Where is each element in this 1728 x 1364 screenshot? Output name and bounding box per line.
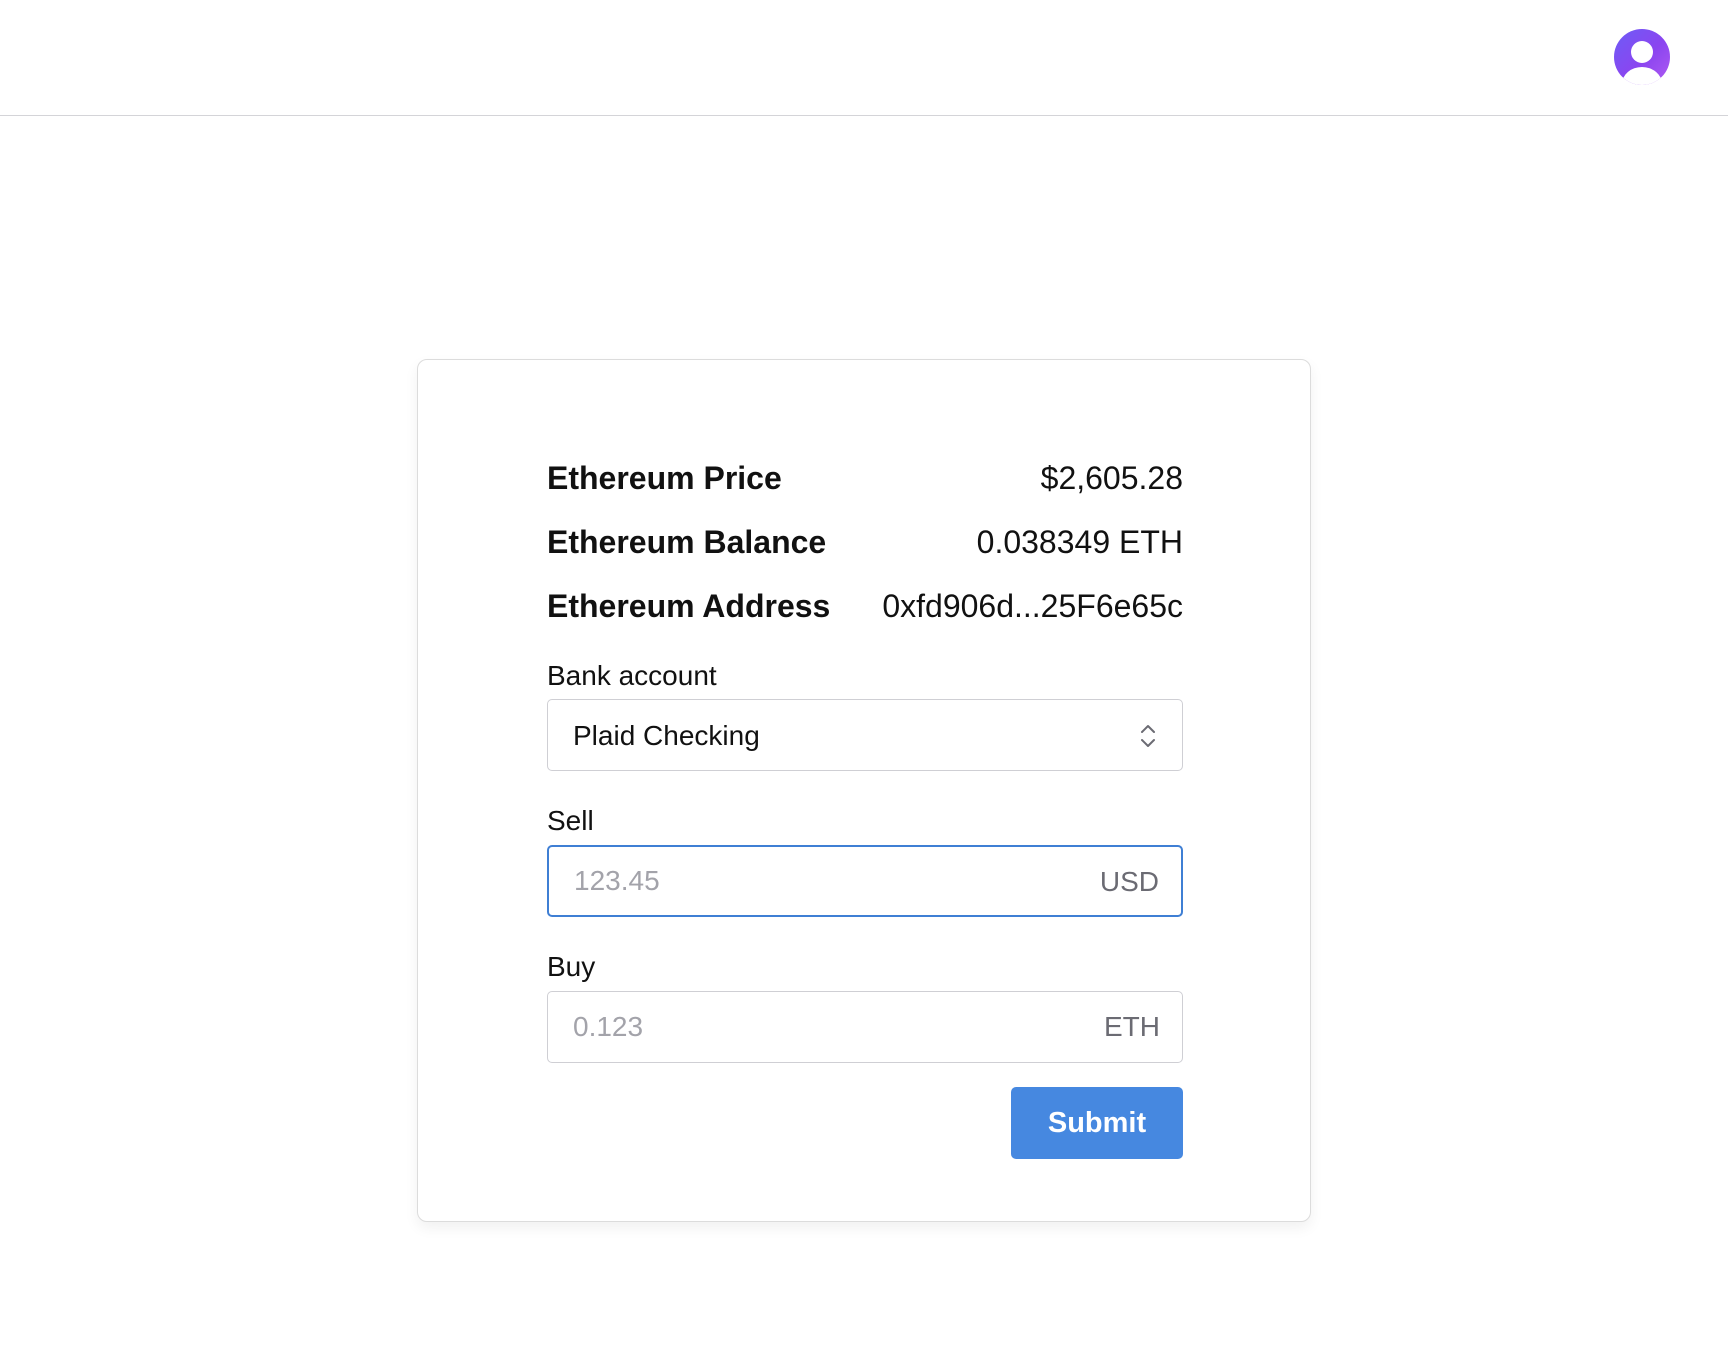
buy-label: Buy <box>547 951 596 982</box>
buy-field: ETH <box>547 991 1183 1063</box>
sell-unit: USD <box>1099 866 1159 897</box>
balance-value: 0.038349 ETH <box>976 524 1183 560</box>
balance-label: Ethereum Balance <box>547 524 827 560</box>
price-label: Ethereum Price <box>547 460 782 496</box>
chevron-up-down-icon <box>1141 725 1155 747</box>
bank-account-selected: Plaid Checking <box>573 720 760 751</box>
bank-account-label: Bank account <box>547 660 717 691</box>
submit-button[interactable]: Submit <box>1011 1087 1183 1159</box>
price-value: $2,605.28 <box>1040 460 1183 496</box>
balance-row: Ethereum Balance 0.038349 ETH <box>547 522 1183 562</box>
avatar-body-shape <box>1622 67 1662 85</box>
avatar-head-shape <box>1631 41 1653 63</box>
sell-field: USD <box>547 845 1183 917</box>
trade-card: Ethereum Price $2,605.28 Ethereum Balanc… <box>417 359 1311 1222</box>
sell-input[interactable] <box>549 847 1181 915</box>
buy-input[interactable] <box>548 992 1182 1062</box>
top-bar <box>0 0 1728 116</box>
price-row: Ethereum Price $2,605.28 <box>547 458 1183 498</box>
address-value: 0xfd906d...25F6e65c <box>882 588 1183 624</box>
address-label: Ethereum Address <box>547 588 831 624</box>
user-avatar-icon[interactable] <box>1614 29 1670 85</box>
buy-unit: ETH <box>1104 1011 1160 1042</box>
bank-account-select[interactable]: Plaid Checking <box>547 699 1183 771</box>
address-row: Ethereum Address 0xfd906d...25F6e65c <box>547 586 1183 626</box>
sell-label: Sell <box>547 805 594 836</box>
